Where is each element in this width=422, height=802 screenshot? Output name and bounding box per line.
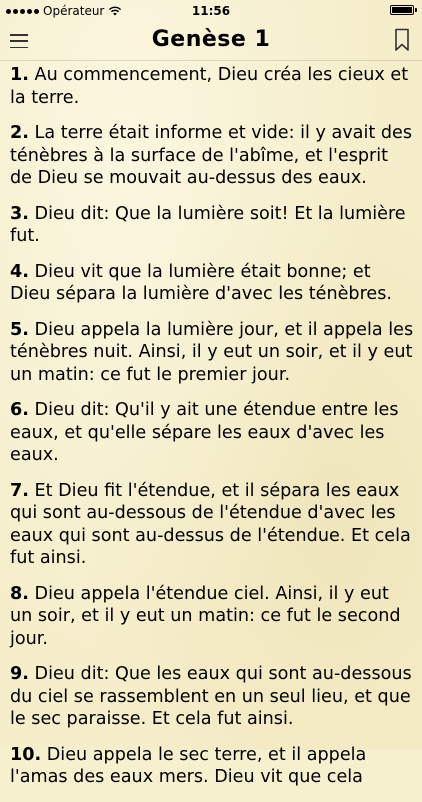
- verse-text: Au commencement, Dieu créa les cieux et …: [10, 65, 409, 108]
- verse-number: 9.: [10, 664, 29, 684]
- verse-number: 2.: [10, 123, 29, 143]
- verse-text: Dieu appela la lumière jour, et il appel…: [10, 319, 414, 385]
- verse-item[interactable]: 10. Dieu appela le sec terre, et il appe…: [10, 744, 414, 789]
- verse-number: 7.: [10, 480, 29, 501]
- verse-number: 10.: [10, 744, 42, 765]
- verse-item[interactable]: 2. La terre était informe et vide: il y …: [10, 122, 414, 190]
- verse-number: 5.: [10, 319, 29, 340]
- verse-item[interactable]: 7. Et Dieu fit l'étendue, et il sépara l…: [10, 480, 414, 570]
- bookmark-icon[interactable]: [394, 28, 410, 52]
- verse-number: 8.: [10, 583, 29, 604]
- verse-number: 3.: [10, 203, 29, 224]
- verse-text: La terre était informe et vide: il y ava…: [10, 123, 412, 188]
- verse-item[interactable]: 9. Dieu dit: Que les eaux qui sont au-de…: [10, 663, 414, 731]
- verse-item[interactable]: 3. Dieu dit: Que la lumière soit! Et la …: [10, 203, 414, 248]
- battery-icon: [390, 5, 417, 15]
- verse-number: 6.: [10, 400, 29, 420]
- verse-item[interactable]: 5. Dieu appela la lumière jour, et il ap…: [10, 319, 414, 387]
- verse-text: Et Dieu fit l'étendue, et il sépara les …: [10, 480, 411, 569]
- verse-text: Dieu appela l'étendue ciel. Ainsi, il y …: [10, 583, 401, 649]
- verse-list: 1. Au commencement, Dieu créa les cieux …: [10, 64, 414, 802]
- verse-number: 4.: [10, 261, 29, 282]
- verse-text: Dieu dit: Qu'il y ait une étendue entre …: [10, 400, 399, 465]
- verse-text: Dieu dit: Que les eaux qui sont au-desso…: [10, 664, 412, 729]
- verse-item[interactable]: 4. Dieu vit que la lumière était bonne; …: [10, 261, 414, 306]
- verse-item[interactable]: 6. Dieu dit: Qu'il y ait une étendue ent…: [10, 399, 414, 467]
- verse-text: Dieu dit: Que la lumière soit! Et la lum…: [10, 203, 406, 247]
- verse-text: Dieu appela le sec terre, et il appela l…: [10, 744, 367, 788]
- status-bar: Opérateur 11:56: [0, 0, 422, 22]
- navigation-bar: Genèse 1: [0, 22, 422, 61]
- status-time: 11:56: [191, 4, 231, 18]
- chapter-title: Genèse 1: [151, 27, 271, 52]
- verse-text: Dieu vit que la lumière était bonne; et …: [10, 261, 393, 305]
- verse-item[interactable]: 8. Dieu appela l'étendue ciel. Ainsi, il…: [10, 583, 414, 651]
- verse-item[interactable]: 1. Au commencement, Dieu créa les cieux …: [10, 64, 414, 109]
- verse-number: 1.: [10, 65, 29, 85]
